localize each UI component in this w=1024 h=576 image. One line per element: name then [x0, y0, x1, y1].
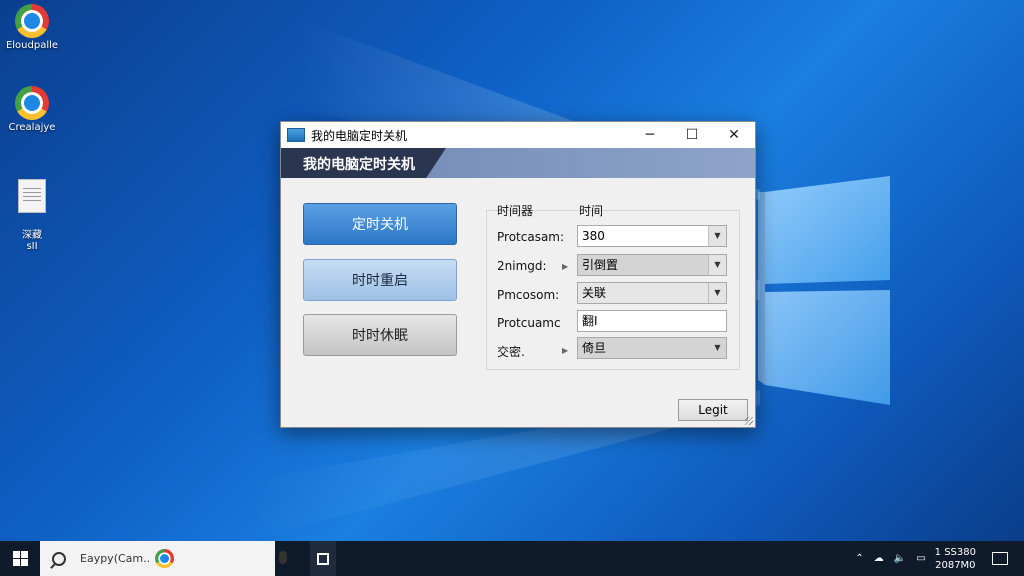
desktop-icon-file[interactable]: 深藏 sII	[4, 168, 60, 263]
desktop-icon-label: 深藏 sII	[22, 230, 42, 252]
row-label: Protcuamc	[497, 316, 561, 330]
chrome-icon	[15, 86, 49, 120]
taskbar: Eaypy(Cam.. ⌃ ☁ 🔈 ▭ 1 SS380 2087M0	[0, 541, 1024, 576]
chevron-down-icon[interactable]: ▼	[708, 255, 726, 275]
row-label: Pmcosom:	[497, 288, 560, 302]
chevron-right-icon: ▶	[562, 262, 569, 271]
system-tray: ⌃ ☁ 🔈 ▭ 1 SS380 2087M0	[850, 541, 1024, 576]
volume-icon[interactable]: 🔈	[894, 553, 906, 564]
chevron-down-icon[interactable]: ▼	[708, 226, 726, 246]
chevron-up-icon[interactable]: ⌃	[855, 553, 863, 564]
app-window: 我的电脑定时关机 ─ ☐ ✕ 我的电脑定时关机 定时关机 时时重启 时时休眠 时…	[280, 121, 756, 428]
sleep-button[interactable]: 时时休眠	[303, 314, 457, 356]
login-button[interactable]: Legit	[678, 399, 748, 421]
chevron-down-icon[interactable]: ▼	[709, 338, 726, 358]
minimize-button[interactable]: ─	[629, 122, 671, 148]
field-value: 380	[582, 229, 605, 243]
maximize-button[interactable]: ☐	[671, 122, 713, 148]
chrome-icon	[15, 4, 49, 38]
chrome-icon[interactable]	[155, 549, 175, 569]
windows-logo-icon	[12, 551, 28, 566]
task-view-button[interactable]	[310, 541, 336, 576]
notification-icon[interactable]	[992, 552, 1008, 565]
microphone-icon[interactable]	[279, 551, 287, 564]
field-value: 倚旦	[582, 341, 607, 355]
field-value: 引倒置	[582, 258, 619, 272]
desktop-icon-label: Eloudpalle	[5, 40, 59, 51]
desktop-icon-chrome-1[interactable]: Eloudpalle	[4, 4, 60, 51]
app-icon	[287, 128, 305, 142]
header-banner: 我的电脑定时关机	[281, 148, 755, 178]
field-value: 关联	[582, 286, 607, 300]
text-input[interactable]: 翻I	[577, 310, 727, 332]
mode-select[interactable]: 引倒置 ▼	[577, 254, 727, 276]
battery-icon[interactable]: ▭	[916, 553, 925, 564]
title-bar[interactable]: 我的电脑定时关机 ─ ☐ ✕	[281, 122, 755, 148]
column-header-timer: 时间器	[497, 204, 534, 218]
chevron-right-icon: ▶	[562, 346, 569, 355]
desktop-icon-label: Crealajye	[8, 122, 56, 133]
resize-grip-icon[interactable]	[745, 417, 753, 425]
task-view-icon	[317, 552, 329, 565]
row-label: 交密.	[497, 345, 525, 359]
banner-title: 我的电脑定时关机	[303, 157, 415, 173]
start-button[interactable]	[0, 541, 40, 576]
row-label: Protcasam:	[497, 230, 565, 244]
clock-time: 1 SS380	[934, 546, 976, 558]
clock[interactable]: 1 SS380 2087M0	[935, 546, 976, 572]
chevron-down-icon[interactable]: ▼	[708, 283, 726, 303]
network-icon[interactable]: ☁	[874, 553, 884, 564]
desktop-icon-chrome-2[interactable]: Crealajye	[4, 86, 60, 133]
column-header-time: 时间	[579, 204, 604, 218]
shutdown-button[interactable]: 定时关机	[303, 203, 457, 245]
clock-date: 2087M0	[935, 559, 976, 571]
time-select[interactable]: 380 ▼	[577, 225, 727, 247]
row-label: 2nimgd:	[497, 259, 547, 273]
search-text: Eaypy(Cam..	[80, 552, 151, 565]
action-select[interactable]: 关联 ▼	[577, 282, 727, 304]
window-title: 我的电脑定时关机	[311, 128, 408, 143]
field-value: 翻I	[582, 314, 598, 328]
option-select[interactable]: 倚旦 ▼	[577, 337, 727, 359]
restart-button[interactable]: 时时重启	[303, 259, 457, 301]
search-icon	[52, 551, 66, 566]
close-button[interactable]: ✕	[713, 122, 755, 148]
document-icon	[18, 179, 46, 213]
